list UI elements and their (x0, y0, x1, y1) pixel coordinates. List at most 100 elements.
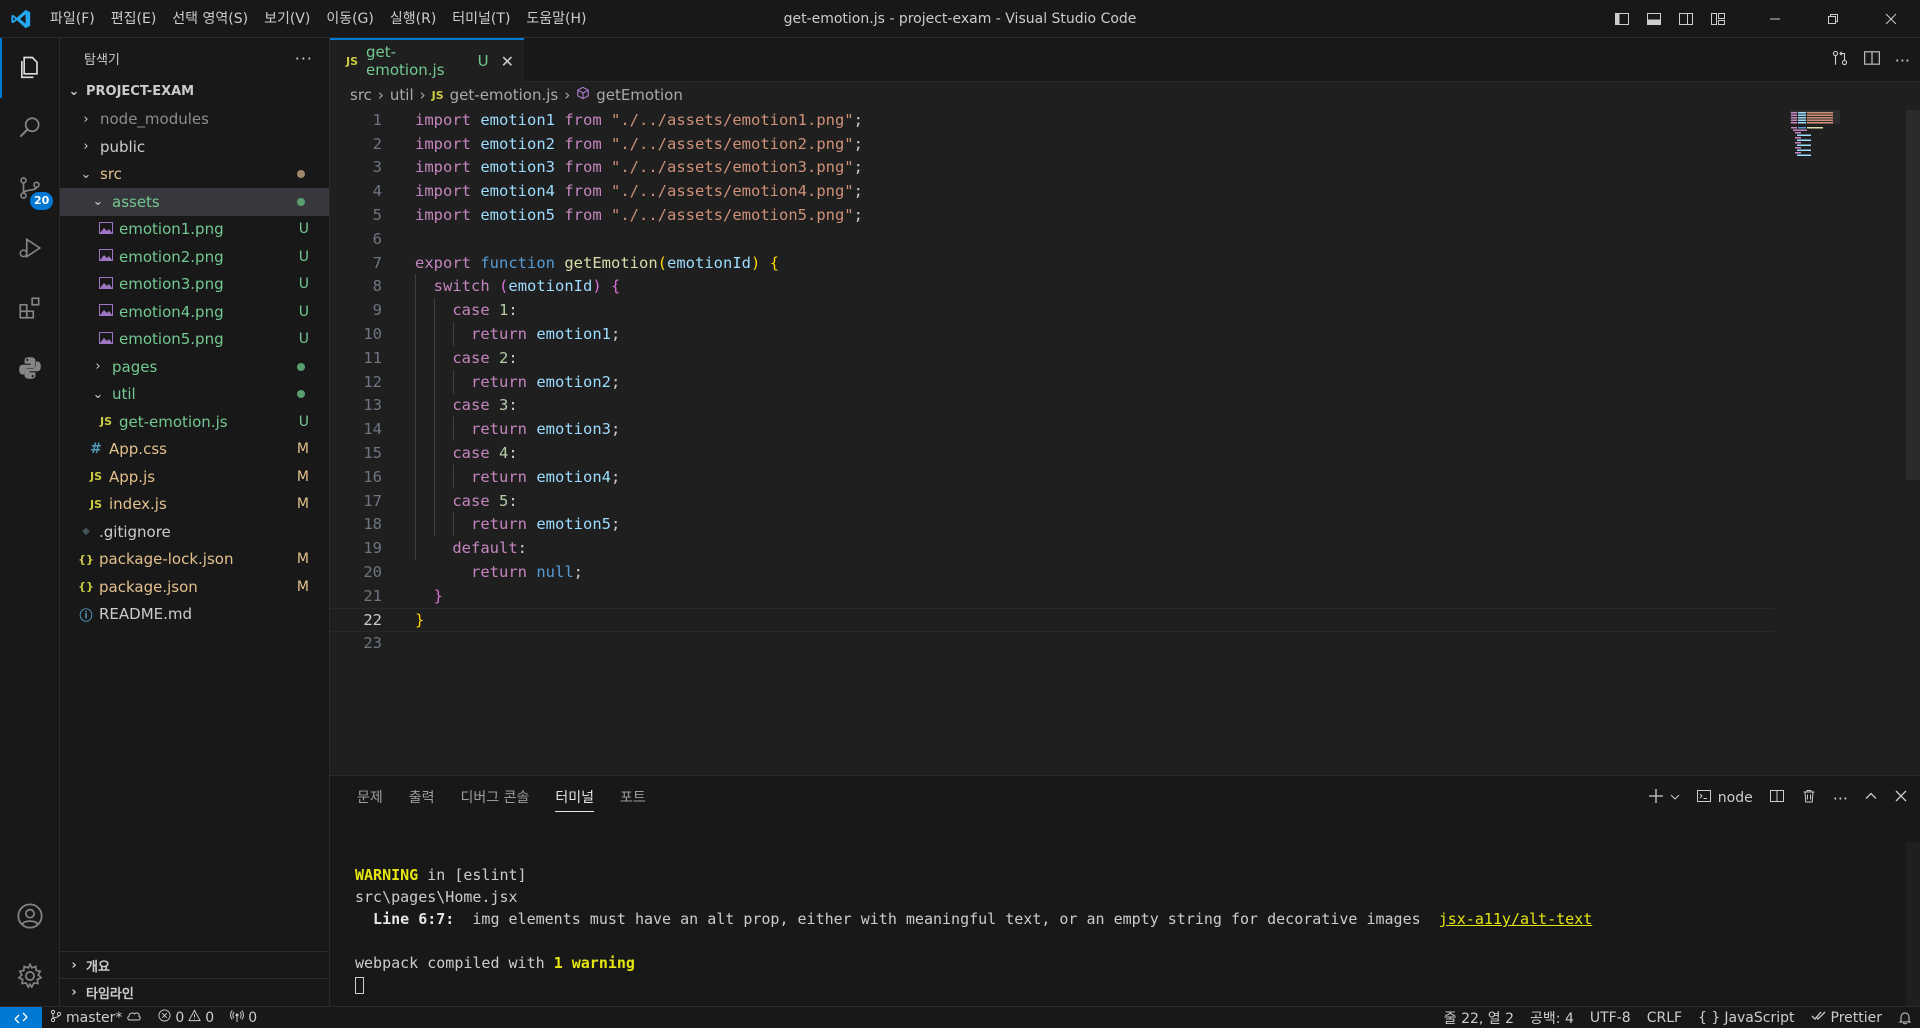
explorer-more-actions-icon[interactable]: ··· (295, 49, 313, 68)
tree-file-emotion3[interactable]: emotion3.png U (60, 271, 329, 299)
tree-folder-pages[interactable]: › pages (60, 353, 329, 381)
code-token: case (452, 444, 490, 463)
accounts-icon[interactable] (0, 886, 60, 946)
tree-file-index-js[interactable]: JS index.js M (60, 491, 329, 519)
menu-selection[interactable]: 선택 영역(S) (164, 0, 256, 38)
customize-layout-icon[interactable] (1702, 0, 1734, 38)
git-file-icon: ◆ (82, 526, 90, 538)
run-debug-icon[interactable] (0, 218, 60, 278)
chevron-down-icon[interactable] (1670, 790, 1680, 806)
tree-folder-node-modules[interactable]: › node_modules (60, 106, 329, 134)
ports-indicator[interactable]: 0 (222, 1009, 265, 1027)
terminal-scrollbar[interactable] (1906, 842, 1920, 1007)
tree-file-readme[interactable]: ⓘ README.md (60, 601, 329, 629)
minimize-icon[interactable] (1746, 0, 1804, 38)
chevron-right-icon: › (83, 111, 89, 127)
tree-file-package-lock[interactable]: {} package-lock.json M (60, 546, 329, 574)
tree-folder-src[interactable]: ⌄ src (60, 161, 329, 189)
eslint-rule-link[interactable]: jsx-a11y/alt-text (1439, 910, 1593, 928)
tab-terminal[interactable]: 터미널 (542, 776, 607, 820)
settings-gear-icon[interactable] (0, 946, 60, 1006)
extensions-icon[interactable] (0, 278, 60, 338)
tab-problems[interactable]: 문제 (344, 776, 396, 820)
tab-get-emotion[interactable]: JS get-emotion.js U ✕ (330, 38, 524, 82)
editor-scrollbar[interactable] (1906, 110, 1920, 480)
search-icon[interactable] (0, 98, 60, 158)
tree-file-emotion2[interactable]: emotion2.png U (60, 243, 329, 271)
tab-debug-console[interactable]: 디버그 콘솔 (448, 776, 543, 820)
close-panel-icon[interactable] (1894, 789, 1908, 807)
chevron-right-icon: › (95, 359, 101, 375)
tree-file-emotion1[interactable]: emotion1.png U (60, 216, 329, 244)
tree-file-emotion5[interactable]: emotion5.png U (60, 326, 329, 354)
remote-indicator-icon[interactable] (0, 1006, 42, 1028)
breadcrumb-util[interactable]: util (390, 86, 414, 104)
restore-icon[interactable] (1804, 0, 1862, 38)
project-folder-header[interactable]: ⌄ PROJECT-EXAM (60, 78, 329, 106)
menu-run[interactable]: 실행(R) (382, 0, 444, 38)
source-control-icon[interactable]: 20 (0, 158, 60, 218)
tree-file-get-emotion[interactable]: JS get-emotion.js U (60, 408, 329, 436)
menu-go[interactable]: 이동(G) (318, 0, 382, 38)
menu-terminal[interactable]: 터미널(T) (444, 0, 518, 38)
prettier-status[interactable]: Prettier (1803, 1010, 1891, 1026)
tree-file-emotion4[interactable]: emotion4.png U (60, 298, 329, 326)
problems-indicator[interactable]: 0 0 (150, 1009, 222, 1026)
tree-folder-public[interactable]: › public (60, 133, 329, 161)
end-of-line[interactable]: CRLF (1639, 1010, 1690, 1026)
toggle-primary-sidebar-icon[interactable] (1606, 0, 1638, 38)
tree-label: src (100, 165, 122, 184)
tab-output[interactable]: 출력 (396, 776, 448, 820)
notifications-bell-icon[interactable] (1890, 1011, 1920, 1025)
python-icon[interactable] (0, 338, 60, 398)
toggle-secondary-sidebar-icon[interactable] (1670, 0, 1702, 38)
encoding[interactable]: UTF-8 (1582, 1010, 1639, 1026)
line-number: 9 (372, 301, 382, 320)
tab-ports[interactable]: 포트 (607, 776, 659, 820)
breadcrumb-symbol[interactable]: getEmotion (596, 86, 683, 104)
outline-section-header[interactable]: › 개요 (60, 951, 330, 978)
git-status-decoration: U (298, 303, 309, 320)
trash-icon[interactable] (1801, 788, 1817, 808)
toggle-panel-icon[interactable] (1638, 0, 1670, 38)
code-token: emotion5 (480, 206, 555, 225)
new-terminal-icon[interactable] (1648, 788, 1664, 808)
timeline-section-header[interactable]: › 타임라인 (60, 978, 330, 1005)
split-editor-icon[interactable] (1863, 49, 1881, 71)
split-terminal-icon[interactable] (1769, 788, 1785, 808)
terminal-name: node (1717, 790, 1753, 806)
code-editor[interactable]: 1 import emotion1 from "./../assets/emoti… (330, 108, 1775, 655)
tree-file-gitignore[interactable]: ◆ .gitignore (60, 518, 329, 546)
git-status-decoration: M (296, 578, 309, 595)
close-tab-icon[interactable]: ✕ (501, 52, 514, 71)
menu-edit[interactable]: 편집(E) (103, 0, 165, 38)
terminal-output[interactable]: WARNING in [eslint] src\pages\Home.jsx L… (355, 864, 1592, 996)
minimap[interactable] (1790, 110, 1840, 158)
indentation[interactable]: 공백: 4 (1522, 1008, 1582, 1028)
breadcrumb-file[interactable]: get-emotion.js (450, 86, 559, 104)
git-status-decoration: M (296, 441, 309, 458)
tree-file-app-css[interactable]: # App.css M (60, 436, 329, 464)
cursor-position[interactable]: 줄 22, 열 2 (1436, 1008, 1522, 1028)
open-changes-icon[interactable] (1831, 49, 1849, 71)
language-mode[interactable]: { } JavaScript (1690, 1010, 1802, 1026)
panel-more-actions-icon[interactable]: ··· (1833, 789, 1848, 808)
terminal-selector[interactable]: node (1696, 788, 1753, 808)
menu-help[interactable]: 도움말(H) (518, 0, 594, 38)
sync-cloud-icon[interactable] (126, 1010, 142, 1026)
code-token: emotion2 (536, 372, 611, 391)
editor-more-actions-icon[interactable]: ··· (1895, 51, 1910, 70)
vscode-logo-icon (0, 0, 42, 38)
tree-folder-assets[interactable]: ⌄ assets (60, 188, 329, 216)
tree-label: App.css (109, 440, 167, 459)
tree-file-package-json[interactable]: {} package.json M (60, 573, 329, 601)
menu-file[interactable]: 파일(F) (42, 0, 103, 38)
breadcrumb-src[interactable]: src (350, 86, 372, 104)
tree-folder-util[interactable]: ⌄ util (60, 381, 329, 409)
tree-file-app-js[interactable]: JS App.js M (60, 463, 329, 491)
explorer-icon[interactable] (0, 38, 60, 98)
menu-view[interactable]: 보기(V) (256, 0, 318, 38)
git-branch[interactable]: master* (42, 1009, 150, 1027)
close-window-icon[interactable] (1862, 0, 1920, 38)
maximize-panel-icon[interactable] (1864, 789, 1878, 807)
